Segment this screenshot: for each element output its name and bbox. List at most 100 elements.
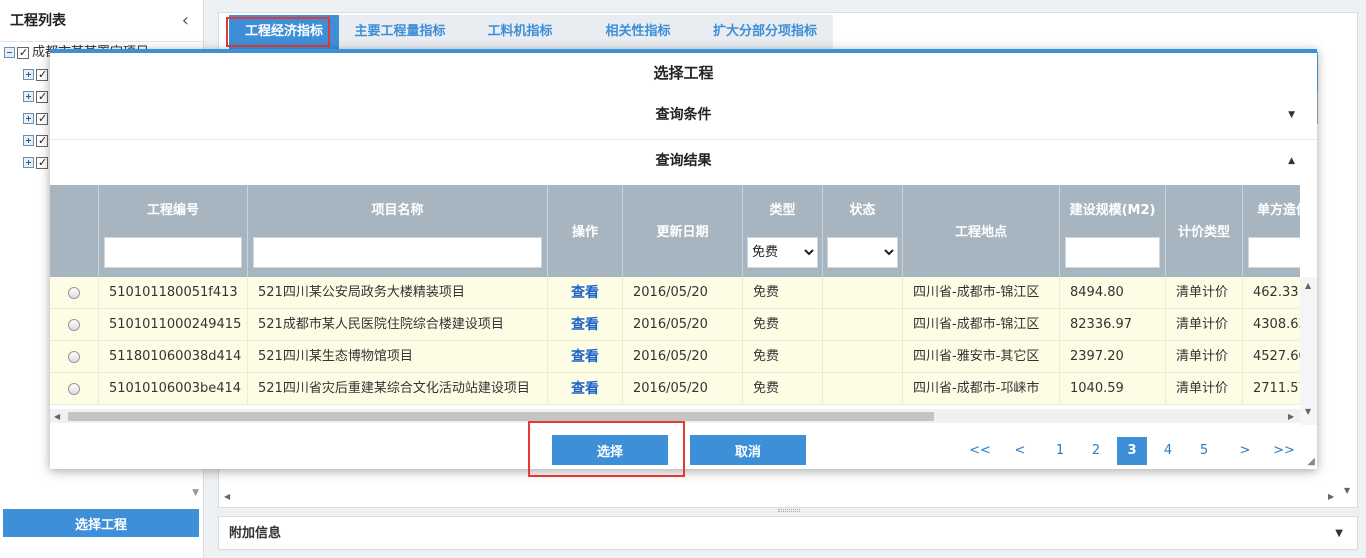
table-row[interactable]: 511801060038d414 521四川某生态博物馆项目 查看 2016/0… [50, 341, 1300, 373]
row-radio[interactable] [50, 309, 99, 341]
column-header-name: 项目名称 [248, 185, 548, 277]
query-conditions-header[interactable]: 查询条件 ▼ [50, 93, 1317, 137]
table-row[interactable]: 5101011000249415 521成都市某人民医院住院综合楼建设项目 查看… [50, 309, 1300, 341]
cell-type: 免费 [743, 341, 823, 373]
column-header-unit-cost: 单方造价 [1243, 185, 1300, 277]
radio-icon[interactable] [68, 382, 80, 395]
radio-icon[interactable] [68, 350, 80, 363]
cell-unit-cost: 462.33 [1243, 277, 1300, 309]
name-filter-input[interactable] [253, 237, 542, 268]
page-first[interactable]: << [965, 437, 995, 465]
confirm-select-button[interactable]: 选择 [552, 435, 668, 465]
cell-code: 511801060038d414 [99, 341, 248, 373]
status-filter-select[interactable] [827, 237, 898, 268]
tree-node[interactable] [23, 66, 51, 84]
grid-scroll-thumb[interactable] [68, 412, 934, 421]
panel-horizontal-scrollbar[interactable]: ◀ ▶ [220, 490, 1358, 504]
page-last[interactable]: >> [1269, 437, 1299, 465]
scale-filter-input[interactable] [1065, 237, 1160, 268]
row-radio[interactable] [50, 341, 99, 373]
caret-down-icon[interactable]: ▼ [1288, 93, 1295, 137]
page-3-current[interactable]: 3 [1117, 437, 1147, 465]
column-header-scale: 建设规模(M2) [1060, 185, 1166, 277]
tab-expanded-subitem-indicators[interactable]: 扩大分部分项指标 [697, 15, 833, 49]
cell-unit-cost: 2711.57 [1243, 373, 1300, 405]
page-2[interactable]: 2 [1081, 437, 1111, 465]
grid-horizontal-scrollbar[interactable]: ◀ ▶ [50, 409, 1300, 423]
query-results-header[interactable]: 查询结果 ▲ [50, 139, 1317, 183]
cell-code: 51010106003be414 [99, 373, 248, 405]
scroll-left-icon[interactable]: ◀ [54, 412, 60, 421]
scroll-left-icon[interactable]: ◀ [224, 492, 230, 501]
row-radio[interactable] [50, 277, 99, 309]
grid-vertical-scrollbar[interactable]: ▲ ▼ [1300, 277, 1317, 425]
scroll-right-icon[interactable]: ▶ [1288, 412, 1294, 421]
tree-checkbox[interactable] [17, 44, 29, 62]
radio-icon[interactable] [68, 286, 80, 299]
tree-node[interactable] [23, 154, 51, 172]
tree-expand-icon[interactable] [23, 69, 34, 80]
scroll-right-icon[interactable]: ▶ [1328, 492, 1334, 501]
page-5[interactable]: 5 [1189, 437, 1219, 465]
page-next[interactable]: > [1230, 437, 1260, 465]
tree-node[interactable] [23, 88, 51, 106]
cell-unit-cost: 4527.60 [1243, 341, 1300, 373]
tree-scroll-down-icon[interactable]: ▼ [192, 488, 199, 498]
column-label-status: 状态 [849, 203, 876, 218]
table-row[interactable]: 51010106003be414 521四川省灾后重建某综合文化活动站建设项目 … [50, 373, 1300, 405]
chevron-left-icon[interactable]: ‹ [182, 0, 189, 42]
row-radio[interactable] [50, 373, 99, 405]
view-link[interactable]: 查看 [548, 277, 623, 309]
page-prev[interactable]: < [1005, 437, 1035, 465]
cell-status [823, 341, 903, 373]
dialog-title: 选择工程 [653, 64, 714, 82]
page-1[interactable]: 1 [1045, 437, 1075, 465]
cell-date: 2016/05/20 [623, 309, 743, 341]
tree-checkbox[interactable] [36, 110, 48, 128]
tree-node[interactable] [23, 110, 51, 128]
cell-name: 521四川某公安局政务大楼精装项目 [248, 277, 548, 309]
tab-main-quantity-indicators[interactable]: 主要工程量指标 [339, 15, 461, 49]
table-row[interactable]: 510101180051f413 521四川某公安局政务大楼精装项目 查看 20… [50, 277, 1300, 309]
caret-up-icon[interactable]: ▲ [1288, 139, 1295, 183]
tree-checkbox[interactable] [36, 154, 48, 172]
tree-expand-icon[interactable] [23, 135, 34, 146]
dialog-resize-icon[interactable]: ◢ [1307, 456, 1315, 467]
tree-expand-icon[interactable] [23, 113, 34, 124]
page-4[interactable]: 4 [1153, 437, 1183, 465]
radio-icon[interactable] [68, 318, 80, 331]
column-label-type: 类型 [769, 203, 796, 218]
resize-handle[interactable] [778, 509, 800, 512]
tree-node[interactable] [23, 132, 51, 150]
scroll-up-icon[interactable]: ▲ [1305, 281, 1311, 290]
caret-down-icon[interactable]: ▼ [1335, 517, 1343, 551]
view-link[interactable]: 查看 [548, 341, 623, 373]
tree-expand-icon[interactable] [23, 91, 34, 102]
column-label-unit-cost: 单方造价 [1257, 203, 1300, 218]
tab-correlation-indicators[interactable]: 相关性指标 [579, 15, 697, 49]
type-filter-select[interactable]: 免费 [747, 237, 818, 268]
view-link[interactable]: 查看 [548, 373, 623, 405]
panel-vertical-scrollbar[interactable]: ▼ [1340, 120, 1358, 500]
results-grid: 工程编号 项目名称 操作 更新日期 类型 免费 状态 工程地点 建设规模(M2)… [50, 185, 1317, 425]
tree-expand-icon[interactable] [23, 157, 34, 168]
code-filter-input[interactable] [104, 237, 242, 268]
cell-name: 521成都市某人民医院住院综合楼建设项目 [248, 309, 548, 341]
tree-checkbox[interactable] [36, 88, 48, 106]
tab-labor-material-indicators[interactable]: 工料机指标 [461, 15, 579, 49]
tree-checkbox[interactable] [36, 132, 48, 150]
tree-checkbox[interactable] [36, 66, 48, 84]
column-header-op: 操作 [548, 185, 623, 277]
scroll-down-icon[interactable]: ▼ [1305, 407, 1311, 416]
column-header-pricing: 计价类型 [1166, 185, 1243, 277]
scroll-down-icon[interactable]: ▼ [1344, 486, 1350, 495]
unit-cost-filter-input[interactable] [1248, 237, 1300, 268]
cancel-button[interactable]: 取消 [690, 435, 806, 465]
column-label-pricing: 计价类型 [1177, 225, 1230, 240]
view-link[interactable]: 查看 [548, 309, 623, 341]
select-project-button[interactable]: 选择工程 [3, 509, 199, 537]
extra-info-section[interactable]: 附加信息 ▼ [218, 516, 1358, 550]
column-label-date: 更新日期 [656, 225, 709, 240]
tab-economic-indicators[interactable]: 工程经济指标 [229, 15, 339, 49]
tree-collapse-icon[interactable] [4, 47, 15, 58]
